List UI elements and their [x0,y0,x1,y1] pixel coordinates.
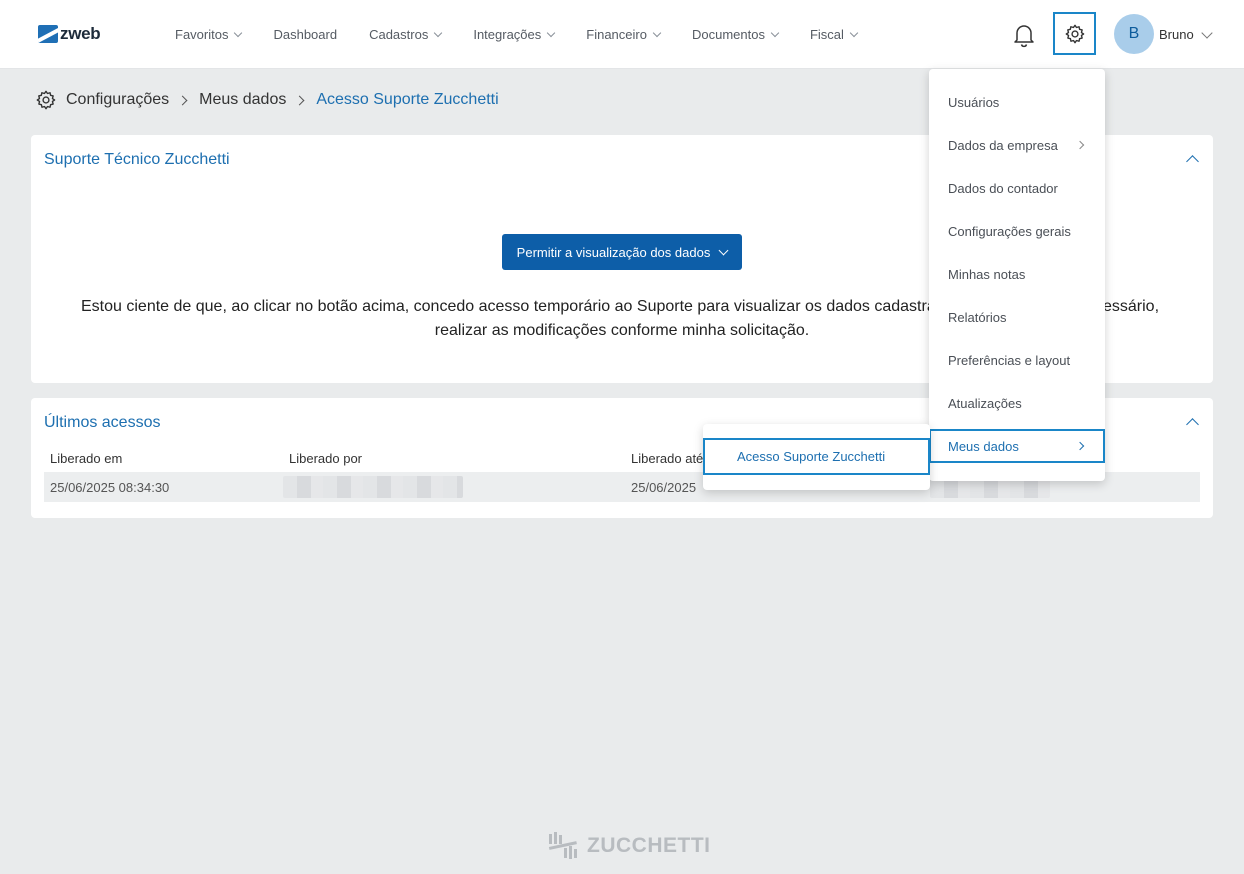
menu-item-preferencias-layout[interactable]: Preferências e layout [929,339,1105,382]
user-name[interactable]: Bruno [1159,27,1194,42]
nav-label: Cadastros [369,27,429,42]
chevron-down-icon [434,28,443,37]
nav-label: Financeiro [586,27,647,42]
breadcrumb-root[interactable]: Configurações [66,91,169,109]
main-nav: Favoritos Dashboard Cadastros Integraçõe… [175,0,889,69]
nav-label: Documentos [691,27,765,42]
menu-label: Dados da empresa [948,138,1058,153]
nav-item-integracoes[interactable]: Integrações [473,27,556,42]
menu-item-dados-contador[interactable]: Dados do contador [929,167,1105,210]
redacted-user [283,476,463,498]
nav-label: Fiscal [809,27,844,42]
consent-line-1: Estou ciente de que, ao clicar no botão … [81,298,936,315]
nav-label: Integrações [473,27,542,42]
menu-label: Dados do contador [948,181,1058,196]
column-header: Liberado até [631,451,704,466]
settings-button[interactable] [1053,12,1096,55]
notifications-bell-icon[interactable] [1012,22,1036,48]
menu-item-atualizacoes[interactable]: Atualizações [929,382,1105,425]
settings-menu: Usuários Dados da empresa Dados do conta… [929,69,1105,481]
nav-label: Favoritos [175,27,229,42]
menu-label: Meus dados [948,438,1019,454]
breadcrumb: Configurações Meus dados Acesso Suporte … [35,88,499,112]
column-header: Liberado por [289,451,362,466]
menu-item-relatorios[interactable]: Relatórios [929,296,1105,339]
nav-item-cadastros[interactable]: Cadastros [369,27,443,42]
chevron-right-icon [1075,140,1085,150]
chevron-down-icon [718,245,729,255]
menu-label: Usuários [948,95,1000,110]
nav-item-documentos[interactable]: Documentos [691,27,780,42]
chevron-up-icon[interactable] [1186,155,1199,168]
column-header: Liberado em [50,451,123,466]
chevron-down-icon [652,28,662,37]
button-label: Permitir a visualização dos dados [516,244,711,260]
meus-dados-submenu: Acesso Suporte Zucchetti [703,424,930,490]
nav-item-dashboard[interactable]: Dashboard [273,27,337,42]
nav-item-financeiro[interactable]: Financeiro [586,27,662,42]
cell-liberado-em: 25/06/2025 08:34:30 [50,480,170,495]
allow-data-view-button[interactable]: Permitir a visualização dos dados [502,234,742,270]
cell-liberado-ate: 25/06/2025 [631,480,697,495]
zucchetti-footer-logo: ZUCCHETTI [547,829,711,863]
menu-item-minhas-notas[interactable]: Minhas notas [929,253,1105,296]
nav-item-favoritos[interactable]: Favoritos [175,27,243,42]
menu-item-usuarios[interactable]: Usuários [929,81,1105,124]
zweb-logo[interactable]: zweb [38,24,101,44]
menu-label: Configurações gerais [948,224,1071,239]
menu-label: Relatórios [948,310,1007,325]
chevron-right-icon [1075,441,1085,451]
chevron-right-icon [294,95,305,105]
logo-text: zweb [60,24,101,43]
menu-item-meus-dados[interactable]: Meus dados [929,429,1105,463]
chevron-down-icon [234,28,243,37]
chevron-down-icon [547,28,556,37]
chevron-up-icon[interactable] [1186,418,1199,431]
support-card-title: Suporte Técnico Zucchetti [44,151,230,168]
nav-item-fiscal[interactable]: Fiscal [809,27,859,42]
gear-icon [1065,24,1084,43]
chevron-down-icon [770,28,780,37]
submenu-label: Acesso Suporte Zucchetti [737,449,886,464]
zucchetti-logo-icon [548,832,577,859]
footer-brand-text: ZUCCHETTI [587,834,711,857]
access-card-title: Últimos acessos [44,414,161,431]
submenu-item-acesso-suporte[interactable]: Acesso Suporte Zucchetti [703,438,930,475]
user-avatar[interactable]: B [1114,14,1154,54]
nav-label: Dashboard [273,27,338,42]
breadcrumb-middle[interactable]: Meus dados [199,91,286,109]
menu-item-configuracoes-gerais[interactable]: Configurações gerais [929,210,1105,253]
menu-item-dados-empresa[interactable]: Dados da empresa [929,124,1105,167]
menu-label: Minhas notas [948,267,1026,282]
menu-label: Atualizações [948,396,1022,411]
menu-label: Preferências e layout [948,353,1071,368]
chevron-right-icon [177,95,188,105]
chevron-down-icon [849,28,859,37]
zweb-logo-icon [38,25,58,43]
top-bar: zweb Favoritos Dashboard Cadastros Integ… [0,0,1244,69]
breadcrumb-current: Acesso Suporte Zucchetti [316,91,499,108]
gear-icon [36,90,56,110]
chevron-down-icon[interactable] [1201,27,1213,39]
